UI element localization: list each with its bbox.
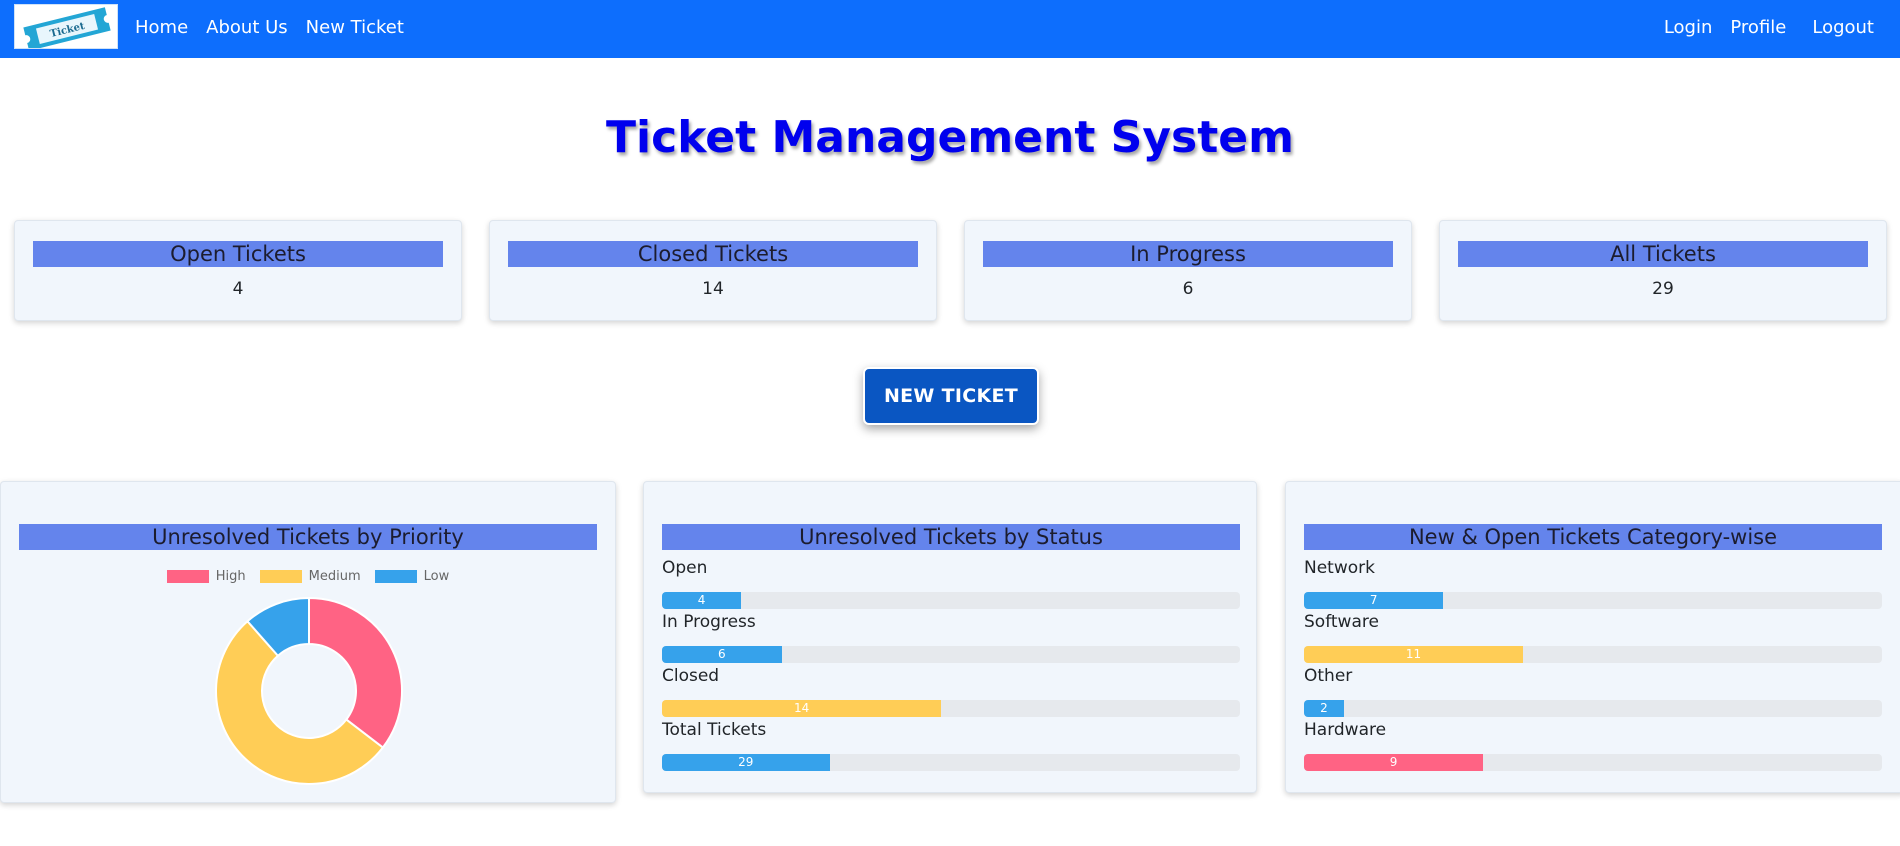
status-row: Total Tickets 29 [662,719,1240,771]
stat-card-title: In Progress [983,241,1393,267]
progress-bar: 29 [662,754,830,771]
status-panel-title: Unresolved Tickets by Status [662,524,1240,550]
nav-about-link[interactable]: About Us [206,17,288,38]
status-label: Closed [662,666,720,686]
stat-card-value: 14 [702,279,724,299]
progress-track: 6 [662,646,1240,663]
progress-bar: 7 [1304,592,1444,609]
navbar: Ticket Home About Us New Ticket Login Pr… [0,0,1900,58]
nav-home-link[interactable]: Home [135,17,188,38]
donut-slice-high[interactable] [308,596,403,749]
nav-login-link[interactable]: Login [1664,17,1713,38]
category-row: Hardware 9 [1304,719,1882,771]
stat-card-open: Open Tickets 4 [14,220,462,321]
category-row: Network 7 [1304,557,1882,609]
legend-item-low[interactable]: Low [374,569,450,584]
category-panel: New & Open Tickets Category-wise Network… [1285,481,1900,793]
progress-bar: 4 [662,592,742,609]
brand-logo[interactable]: Ticket [14,4,118,49]
nav-new-ticket-link[interactable]: New Ticket [306,17,404,38]
status-row: Open 4 [662,557,1240,609]
progress-track: 29 [662,754,1240,771]
stat-card-all: All Tickets 29 [1439,220,1887,321]
stat-card-value: 29 [1652,279,1674,299]
progress-track: 9 [1304,754,1882,771]
legend-swatch [259,570,302,583]
status-label: Open [662,558,708,578]
stat-card-in-progress: In Progress 6 [964,220,1412,321]
legend-swatch [374,570,417,583]
progress-bar: 6 [662,646,782,663]
nav-right: Login Profile Logout [1664,0,1874,54]
stat-card-title: All Tickets [1458,241,1868,267]
legend-label: High [215,569,246,584]
legend-item-high[interactable]: High [166,569,246,584]
page-title: Ticket Management System [606,112,1294,163]
chart-legend: High Medium Low [1,569,615,584]
nav-logout-link[interactable]: Logout [1812,17,1874,38]
category-panel-title: New & Open Tickets Category-wise [1304,524,1882,550]
progress-track: 2 [1304,700,1882,717]
priority-donut-chart[interactable] [214,596,404,786]
stat-card-title: Closed Tickets [508,241,918,267]
category-row: Other 2 [1304,665,1882,717]
category-label: Network [1304,558,1375,578]
stat-card-title: Open Tickets [33,241,443,267]
progress-bar: 14 [662,700,942,717]
status-row: Closed 14 [662,665,1240,717]
legend-swatch [166,570,209,583]
progress-track: 4 [662,592,1240,609]
progress-bar: 2 [1304,700,1344,717]
status-panel: Unresolved Tickets by Status Open 4 In Pro… [643,481,1257,793]
stat-card-value: 4 [232,279,244,299]
category-label: Other [1304,666,1353,686]
priority-panel: Unresolved Tickets by Priority High Medi… [0,481,616,803]
category-row: Software 11 [1304,611,1882,663]
stat-card-value: 6 [1182,279,1194,299]
status-label: Total Tickets [662,720,767,740]
ticket-logo-icon: Ticket [23,7,111,48]
legend-label: Medium [308,569,361,584]
new-ticket-button[interactable]: NEW TICKET [863,367,1039,425]
progress-track: 14 [662,700,1240,717]
legend-item-medium[interactable]: Medium [259,569,361,584]
stat-card-closed: Closed Tickets 14 [489,220,937,321]
progress-bar: 9 [1304,754,1484,771]
status-row: In Progress 6 [662,611,1240,663]
priority-panel-title: Unresolved Tickets by Priority [19,524,597,550]
category-label: Software [1304,612,1379,632]
progress-track: 11 [1304,646,1882,663]
category-label: Hardware [1304,720,1387,740]
progress-bar: 11 [1304,646,1524,663]
legend-label: Low [423,569,450,584]
nav-left: Home About Us New Ticket [135,0,404,54]
nav-profile-link[interactable]: Profile [1730,17,1786,38]
status-label: In Progress [662,612,756,632]
progress-track: 7 [1304,592,1882,609]
